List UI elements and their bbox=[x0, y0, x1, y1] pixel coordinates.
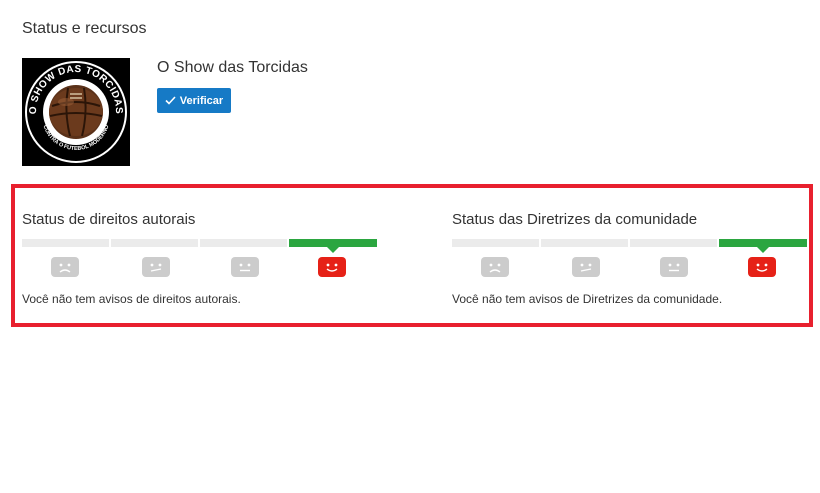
happy-face-icon bbox=[748, 257, 776, 277]
community-status-message: Você não tem avisos de Diretrizes da com… bbox=[452, 292, 723, 306]
status-segment-2 bbox=[111, 239, 198, 247]
channel-avatar[interactable]: O SHOW DAS TORCIDAS CONTRA O FUTEBOL MOD… bbox=[22, 58, 130, 166]
channel-logo-image: O SHOW DAS TORCIDAS CONTRA O FUTEBOL MOD… bbox=[22, 58, 130, 166]
status-segment-3 bbox=[200, 239, 287, 247]
copyright-status-message: Você não tem avisos de direitos autorais… bbox=[22, 292, 241, 306]
copyright-status-title: Status de direitos autorais bbox=[22, 211, 196, 228]
status-segment-1 bbox=[452, 239, 539, 247]
page-title: Status e recursos bbox=[22, 20, 147, 37]
community-status-bar bbox=[452, 239, 807, 253]
copyright-status-faces bbox=[22, 257, 382, 279]
copyright-status-bar bbox=[22, 239, 377, 253]
happy-face-icon bbox=[318, 257, 346, 277]
status-segment-1 bbox=[22, 239, 109, 247]
skeptical-face-icon bbox=[572, 257, 600, 277]
neutral-face-icon bbox=[660, 257, 688, 277]
status-segment-4-active bbox=[289, 239, 377, 253]
community-status-section: Status das Diretrizes da comunidade Você… bbox=[452, 211, 812, 321]
verify-button[interactable]: Verificar bbox=[157, 88, 231, 113]
verify-button-label: Verificar bbox=[179, 94, 224, 107]
sad-face-icon bbox=[51, 257, 79, 277]
status-segment-3 bbox=[630, 239, 717, 247]
sad-face-icon bbox=[481, 257, 509, 277]
status-segment-4-active bbox=[719, 239, 807, 253]
channel-name[interactable]: O Show das Torcidas bbox=[157, 59, 308, 77]
community-status-title: Status das Diretrizes da comunidade bbox=[452, 211, 698, 228]
neutral-face-icon bbox=[231, 257, 259, 277]
checkmark-icon bbox=[165, 96, 176, 105]
community-status-faces bbox=[452, 257, 812, 279]
skeptical-face-icon bbox=[142, 257, 170, 277]
status-segment-2 bbox=[541, 239, 628, 247]
copyright-status-section: Status de direitos autorais Você não tem… bbox=[22, 211, 382, 321]
